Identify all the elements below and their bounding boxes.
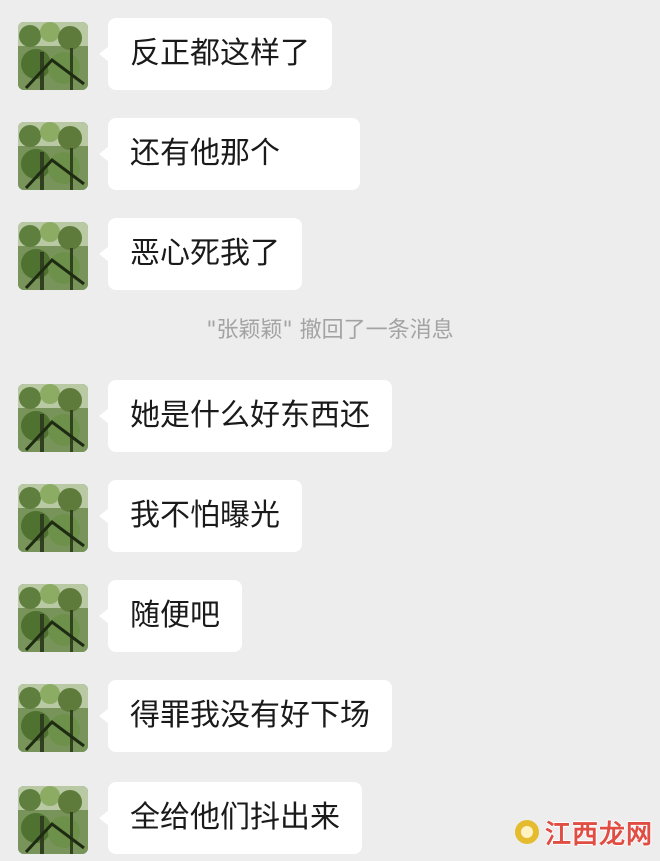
contact-avatar[interactable] — [18, 222, 88, 290]
message-bubble[interactable]: 全给他们抖出来 — [99, 782, 362, 854]
message-row: 她是什么好东西还 — [0, 380, 660, 452]
message-row: 得罪我没有好下场 — [0, 680, 660, 752]
message-bubble[interactable]: 还有他那个 — [99, 118, 360, 190]
foliage-avatar-icon — [18, 786, 88, 854]
message-bubble[interactable]: 我不怕曝光 — [99, 480, 302, 552]
message-bubble[interactable]: 恶心死我了 — [99, 218, 302, 290]
foliage-avatar-icon — [18, 22, 88, 90]
sun-logo-icon — [515, 820, 539, 844]
contact-avatar[interactable] — [18, 786, 88, 854]
contact-avatar[interactable] — [18, 584, 88, 652]
contact-avatar[interactable] — [18, 122, 88, 190]
foliage-avatar-icon — [18, 122, 88, 190]
watermark-text: 江西龙网 — [545, 819, 654, 849]
message-row: 我不怕曝光 — [0, 480, 660, 552]
site-watermark: 江西龙网 — [515, 810, 655, 854]
message-row: 恶心死我了 — [0, 218, 660, 290]
contact-avatar[interactable] — [18, 684, 88, 752]
contact-avatar[interactable] — [18, 484, 88, 552]
message-bubble[interactable]: 反正都这样了 — [99, 18, 332, 90]
message-row: 随便吧 — [0, 580, 660, 652]
foliage-avatar-icon — [18, 684, 88, 752]
chat-view: 反正都这样了 还有他那个 恶心死我了 "张颖颖" 撤回了一条消息 她是什么好东西… — [0, 0, 660, 861]
foliage-avatar-icon — [18, 484, 88, 552]
message-bubble[interactable]: 随便吧 — [99, 580, 242, 652]
recall-notice: "张颖颖" 撤回了一条消息 — [206, 318, 454, 343]
message-row: 还有他那个 — [0, 118, 660, 190]
contact-avatar[interactable] — [18, 22, 88, 90]
message-bubble[interactable]: 得罪我没有好下场 — [99, 680, 392, 752]
message-bubble[interactable]: 她是什么好东西还 — [99, 380, 392, 452]
foliage-avatar-icon — [18, 222, 88, 290]
message-row: 反正都这样了 — [0, 18, 660, 90]
foliage-avatar-icon — [18, 384, 88, 452]
contact-avatar[interactable] — [18, 384, 88, 452]
foliage-avatar-icon — [18, 584, 88, 652]
